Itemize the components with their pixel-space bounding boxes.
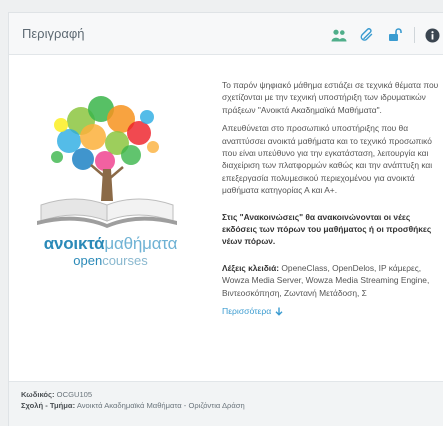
- logo-sub-open: open: [73, 253, 103, 268]
- info-icon[interactable]: [421, 24, 443, 46]
- paperclip-icon[interactable]: [356, 24, 378, 46]
- course-code-label: Κωδικός:: [21, 390, 55, 399]
- description-paragraph-1: Το παρόν ψηφιακό μάθημα εστιάζει σε τεχν…: [222, 80, 439, 115]
- panel-header: Περιγραφή: [9, 13, 443, 55]
- tree-leaves-graphic: [51, 96, 159, 171]
- users-icon[interactable]: [328, 24, 350, 46]
- logo-word-bold: ανοικτά: [43, 234, 105, 253]
- course-description-panel: Περιγραφή ανοικτάμαθήματα opencourses Το…: [8, 12, 443, 426]
- logo-subtitle: opencourses: [23, 253, 198, 268]
- school-value: Ανοικτά Ακαδημαϊκά Μαθήματα - Οριζόντια …: [76, 401, 245, 410]
- arrow-down-icon: [275, 307, 283, 316]
- keywords-text: Λέξεις κλειδιά: OpeneClass, OpenDelos, I…: [222, 262, 442, 299]
- logo-word-light: μαθήματα: [104, 234, 178, 253]
- toolbar-divider: [414, 27, 415, 43]
- announcement-note: Στις "Ανακοινώσεις" θα ανακοινώνονται οι…: [222, 211, 432, 247]
- more-link[interactable]: Περισσότερα: [222, 305, 283, 317]
- opencourses-wordmark: ανοικτάμαθήματα opencourses: [23, 235, 198, 269]
- description-paragraph-2: Απευθύνεται στο προσωπικό υποστήριξης πο…: [222, 123, 433, 196]
- course-code: Κωδικός: OCGU105: [21, 389, 431, 400]
- panel-title: Περιγραφή: [22, 26, 85, 41]
- course-info-footer: Κωδικός: OCGU105 Σχολή - Τμήμα: Ανοικτά …: [9, 381, 443, 426]
- school-label: Σχολή - Τμήμα:: [21, 401, 76, 410]
- more-link-label: Περισσότερα: [222, 306, 272, 317]
- header-toolbar: [322, 24, 443, 46]
- course-school: Σχολή - Τμήμα: Ανοικτά Ακαδημαϊκά Μαθήμα…: [21, 400, 431, 411]
- logo-title: ανοικτάμαθήματα: [23, 235, 198, 253]
- course-description: Το παρόν ψηφιακό μάθημα εστιάζει σε τεχν…: [222, 79, 442, 318]
- course-code-value: OCGU105: [56, 390, 93, 399]
- unlock-icon[interactable]: [384, 24, 406, 46]
- keywords-label: Λέξεις κλειδιά:: [222, 262, 280, 273]
- logo-sub-rest: courses: [102, 253, 148, 268]
